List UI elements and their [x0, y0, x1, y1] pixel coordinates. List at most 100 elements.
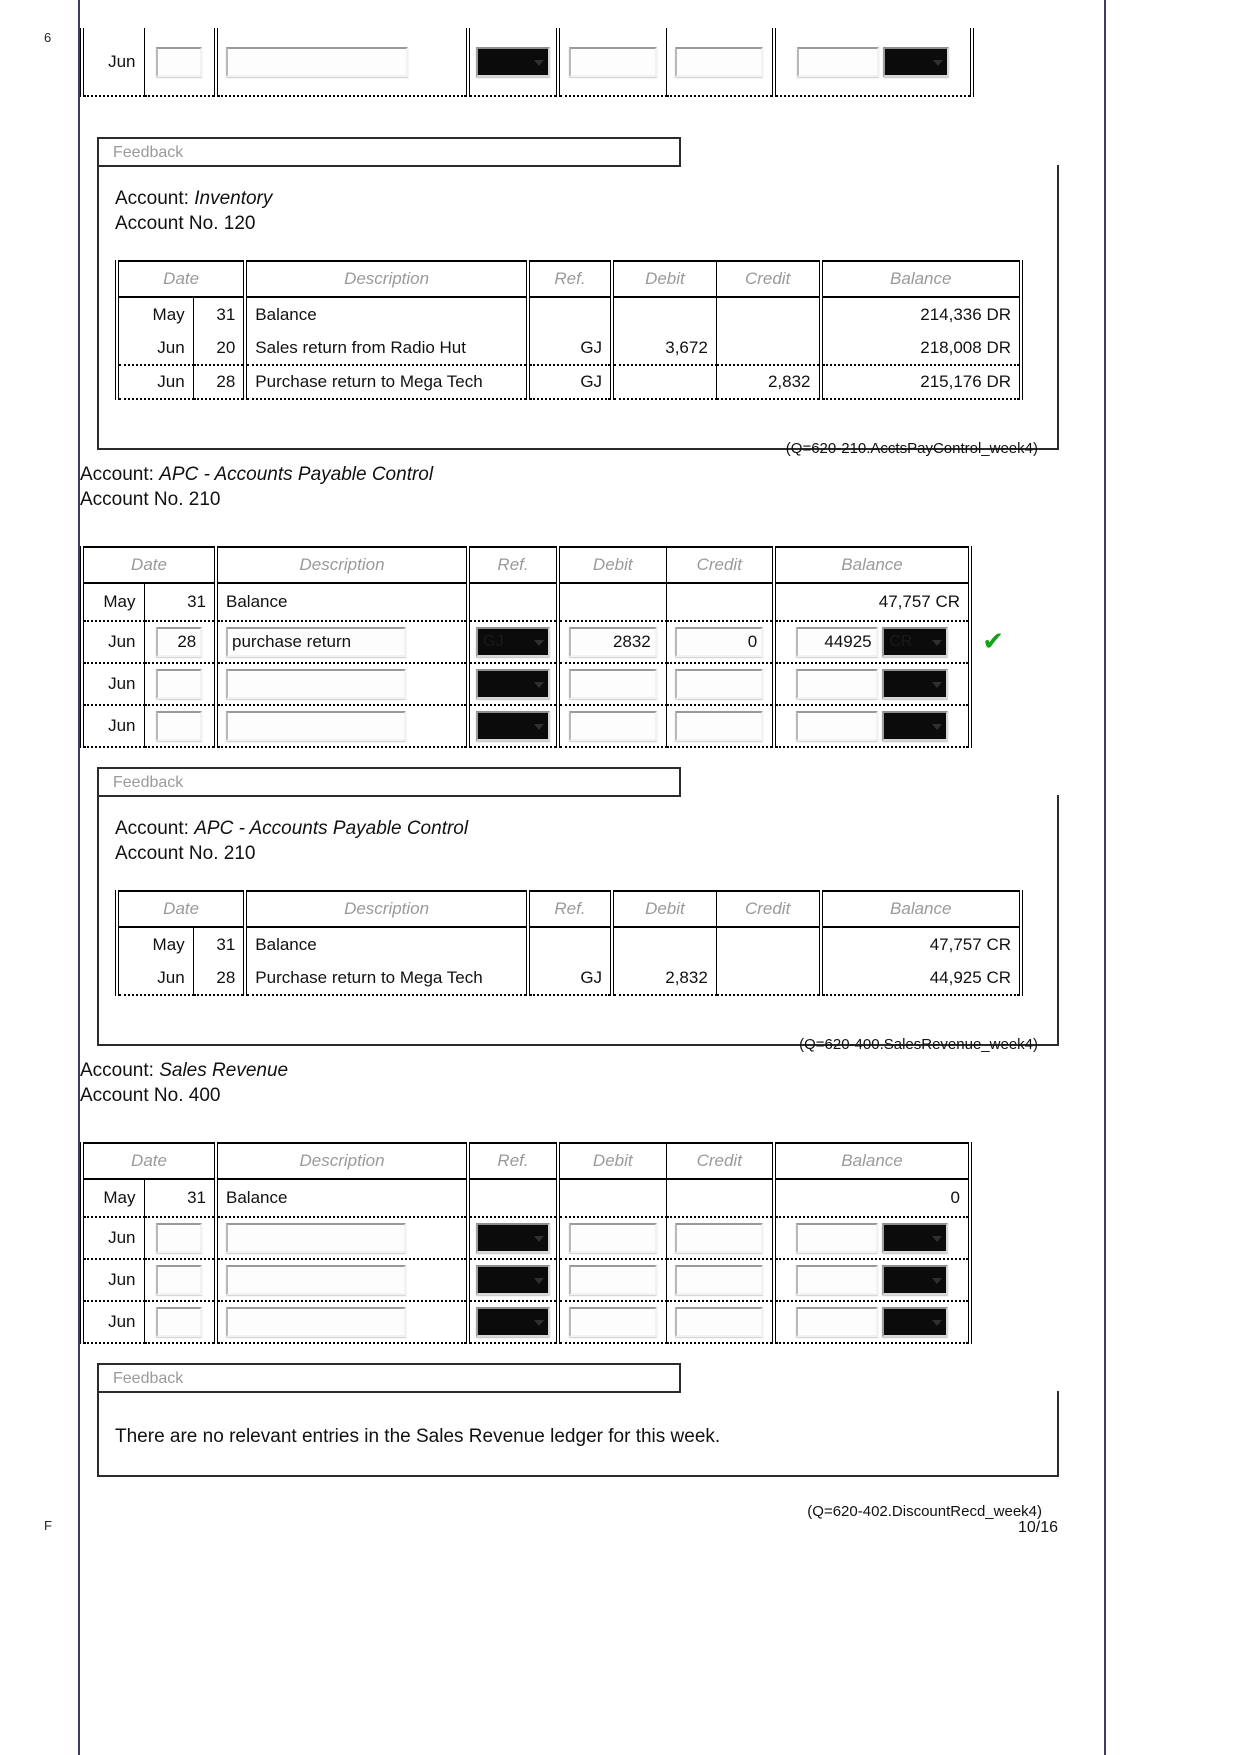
apc-fb-account-no: Account No. 210	[115, 842, 256, 864]
balance-input[interactable]	[795, 711, 878, 742]
row-debit	[610, 927, 717, 962]
description-input[interactable]	[226, 669, 407, 700]
balance-input[interactable]	[795, 627, 878, 658]
row-day: 31	[143, 1179, 217, 1219]
day-input[interactable]	[156, 627, 203, 658]
row-balance: 47,757 CR	[818, 927, 1023, 962]
day-input[interactable]	[156, 669, 203, 700]
chevron-down-icon	[534, 724, 545, 731]
ref-select[interactable]	[476, 669, 551, 700]
row-month: May	[114, 297, 194, 332]
credit-input[interactable]	[675, 1307, 764, 1338]
credit-input[interactable]	[675, 627, 764, 658]
row-day: 31	[192, 297, 246, 332]
balance-input[interactable]	[795, 1223, 878, 1254]
col-debit: Debit	[610, 260, 717, 299]
row-day: 28	[192, 365, 246, 401]
debit-input[interactable]	[568, 627, 657, 658]
ref-select[interactable]: GJ	[476, 627, 551, 658]
ref-select[interactable]	[476, 1223, 551, 1254]
chevron-down-icon	[534, 1278, 545, 1285]
row-description: Balance	[214, 1179, 469, 1219]
table-row: May 31 Balance 47,757 CR	[80, 583, 973, 623]
chevron-down-icon	[534, 59, 544, 66]
balance-input[interactable]	[795, 669, 878, 700]
debit-input[interactable]	[568, 711, 657, 742]
row-debit: 2,832	[610, 961, 717, 997]
sales-revenue-qtag: (Q=620-400.SalesRevenue_week4)	[799, 1036, 1038, 1053]
row-month: Jun	[114, 365, 194, 401]
row-balance: 215,176 DR	[818, 365, 1023, 401]
table-row: Jun	[80, 705, 973, 749]
description-input[interactable]	[226, 1307, 407, 1338]
col-description: Description	[214, 546, 469, 585]
apc-input-block: (Q=620-210.AcctsPayControl_week4) Accoun…	[79, 440, 1104, 749]
dc-select[interactable]	[882, 1307, 949, 1338]
row-credit	[665, 1179, 775, 1219]
apc-feedback-ledger-table: Date Description Ref. Debit Credit Balan…	[114, 890, 1023, 997]
debit-input[interactable]	[568, 1265, 657, 1296]
credit-input[interactable]	[675, 1223, 764, 1254]
day-input[interactable]	[156, 1307, 203, 1338]
credit-input[interactable]	[675, 1265, 764, 1296]
balance-input[interactable]	[795, 1307, 878, 1338]
row-day-cell	[143, 1259, 217, 1303]
top-row-description-input[interactable]	[226, 46, 408, 77]
debit-input[interactable]	[568, 1223, 657, 1254]
col-ref: Ref.	[466, 546, 559, 585]
top-row-day-input[interactable]	[156, 46, 203, 77]
top-partial-ledger-row: Jun	[80, 28, 974, 97]
row-month: Jun	[80, 1301, 144, 1345]
description-input[interactable]	[226, 711, 407, 742]
top-row-credit-cell	[666, 28, 776, 97]
correct-check-icon: ✔	[982, 627, 1005, 658]
balance-input[interactable]	[795, 1265, 878, 1296]
description-input[interactable]	[226, 1223, 407, 1254]
day-input[interactable]	[156, 1265, 203, 1296]
day-input[interactable]	[156, 1223, 203, 1254]
row-balance-cell	[772, 1259, 973, 1303]
row-day: 31	[143, 583, 217, 623]
row-debit-cell	[556, 621, 667, 665]
credit-input[interactable]	[675, 711, 764, 742]
row-credit	[665, 583, 775, 623]
top-row-balance-input[interactable]	[796, 46, 879, 77]
dc-select[interactable]	[882, 669, 949, 700]
ref-select[interactable]	[476, 1265, 551, 1296]
row-month: Jun	[114, 331, 194, 367]
row-ref: GJ	[525, 331, 613, 367]
debit-input[interactable]	[568, 1307, 657, 1338]
debit-input[interactable]	[568, 669, 657, 700]
dc-select-value: CR	[889, 633, 913, 651]
top-row-credit-input[interactable]	[675, 46, 764, 77]
dc-select[interactable]	[882, 1265, 949, 1296]
ref-select[interactable]	[476, 1307, 551, 1338]
col-balance: Balance	[818, 260, 1023, 299]
dc-select[interactable]	[882, 711, 949, 742]
apc-account-prefix: Account:	[80, 464, 160, 485]
row-description: Purchase return to Mega Tech	[243, 961, 528, 997]
top-row-ref-cell	[468, 28, 560, 97]
description-input[interactable]	[226, 627, 407, 658]
top-row-description-cell	[216, 28, 470, 97]
day-input[interactable]	[156, 711, 203, 742]
description-input[interactable]	[226, 1265, 407, 1296]
table-row: Jun GJ CR ✔	[80, 621, 1004, 665]
table-row: Jun	[80, 1259, 973, 1303]
row-debit: 3,672	[610, 331, 717, 367]
row-ref-cell	[466, 663, 559, 707]
sales-revenue-account-prefix: Account:	[80, 1060, 160, 1081]
row-debit	[556, 1179, 667, 1219]
table-row: Jun 20 Sales return from Radio Hut GJ 3,…	[114, 331, 1023, 367]
col-date: Date	[79, 546, 217, 585]
top-row-dc-select[interactable]	[883, 46, 950, 77]
dc-select[interactable]	[882, 1223, 949, 1254]
table-row: May 31 Balance 0	[80, 1179, 973, 1219]
ref-select[interactable]	[476, 711, 551, 742]
credit-input[interactable]	[675, 669, 764, 700]
top-row-ref-select[interactable]	[476, 46, 550, 77]
dc-select[interactable]: CR	[882, 627, 949, 658]
col-date: Date	[79, 1142, 217, 1181]
top-row-debit-input[interactable]	[568, 46, 657, 77]
row-ref-cell	[466, 1259, 559, 1303]
